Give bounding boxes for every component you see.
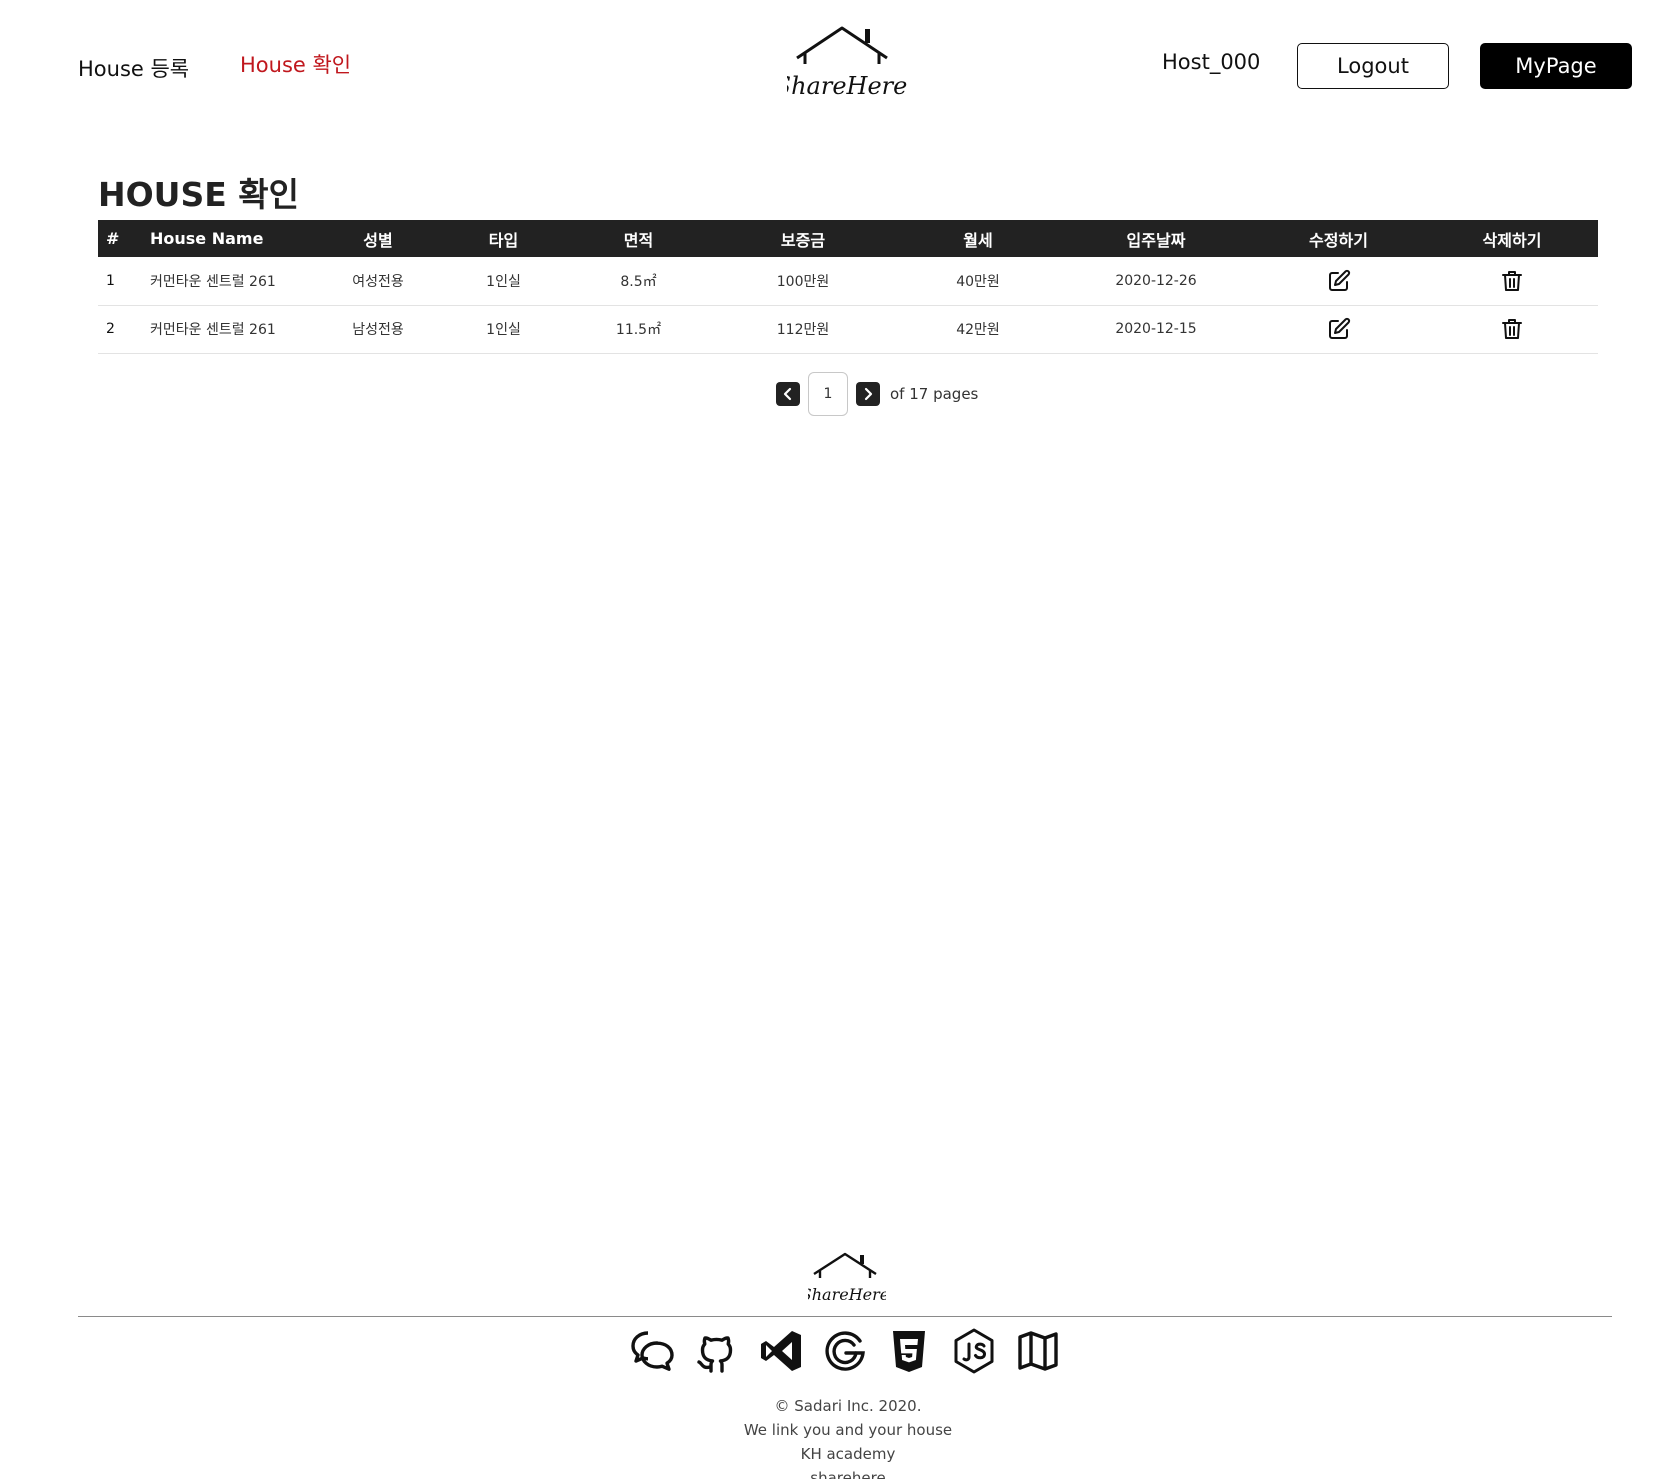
css3-icon[interactable] [885,1327,933,1375]
column-header: 타입 [488,230,519,250]
move-in-date: 2020-12-15 [1115,321,1197,337]
chevron-right-icon [864,387,873,401]
logo-text: ShareHere [787,72,907,100]
prev-page-button[interactable] [776,382,800,406]
footer-brand: sharehere [810,1469,886,1479]
sharehere-logo[interactable]: ShareHere [787,24,907,104]
column-header: 입주날짜 [1126,230,1186,250]
edit-icon[interactable] [1327,269,1351,293]
logout-button[interactable]: Logout [1297,43,1449,89]
trash-icon[interactable] [1500,317,1524,341]
house-name: 커먼타운 센트럴 261 [150,322,276,338]
column-header: # [106,229,120,248]
monthly-rent: 40만원 [956,273,1000,290]
area: 11.5㎡ [615,322,662,338]
house-table: # House Name 성별 타입 면적 보증금 월세 입주날짜 수정하기 삭… [98,220,1598,354]
page-count-label: of 17 pages [890,385,979,403]
github-icon[interactable] [692,1327,740,1375]
column-header: 월세 [963,230,993,250]
map-icon[interactable] [1014,1327,1062,1375]
column-header: House Name [150,229,264,248]
footer-copyright: © Sadari Inc. 2020. [774,1397,922,1415]
chevron-left-icon [783,387,792,401]
room-type: 1인실 [486,322,521,338]
column-header: 삭제하기 [1482,230,1542,250]
gender: 남성전용 [352,322,404,338]
edit-cell [1251,257,1426,305]
column-header: 보증금 [780,230,826,250]
chat-icon[interactable] [628,1327,676,1375]
gender: 여성전용 [352,273,404,290]
move-in-date: 2020-12-26 [1115,272,1197,289]
footer-divider [78,1316,1612,1317]
table-row: 1 커먼타운 센트럴 261 여성전용 1인실 8.5㎡ 100만원 40만원 … [98,257,1598,305]
host-name: Host_000 [1162,50,1261,74]
page-title: HOUSE 확인 [98,175,299,214]
footer-academy: KH academy [800,1445,896,1463]
table-row: 2 커먼타운 센트럴 261 남성전용 1인실 11.5㎡ 112만원 42만원… [98,305,1598,353]
row-number: 2 [106,321,115,337]
monthly-rent: 42만원 [956,322,1000,338]
column-header: 면적 [623,230,654,250]
vscode-icon[interactable] [757,1327,805,1375]
row-number: 1 [106,272,115,289]
footer-icon-bar [628,1326,1062,1376]
delete-cell [1426,257,1598,305]
table-header-row: # House Name 성별 타입 면적 보증금 월세 입주날짜 수정하기 삭… [98,220,1598,257]
area: 8.5㎡ [620,273,657,290]
nodejs-icon[interactable] [950,1327,998,1375]
deposit: 112만원 [776,322,830,338]
footer-logo: ShareHere [808,1252,886,1304]
house-name: 커먼타운 센트럴 261 [150,273,276,290]
footer-slogan: We link you and your house [743,1421,953,1439]
column-header: 수정하기 [1309,230,1368,250]
trash-icon[interactable] [1500,269,1524,293]
mypage-button[interactable]: MyPage [1480,43,1632,89]
delete-cell [1426,305,1598,353]
footer-logo-text: ShareHere [808,1285,886,1304]
edit-cell [1251,305,1426,353]
pagination: of 17 pages [776,372,978,416]
deposit: 100만원 [776,273,830,290]
column-header: 성별 [363,230,393,250]
nav-house-check[interactable]: House 확인 [240,49,351,79]
page-number-input[interactable] [808,372,848,416]
nav-house-register[interactable]: House 등록 [78,53,189,83]
next-page-button[interactable] [856,382,880,406]
room-type: 1인실 [486,273,521,290]
google-icon[interactable] [821,1327,869,1375]
edit-icon[interactable] [1327,317,1351,341]
